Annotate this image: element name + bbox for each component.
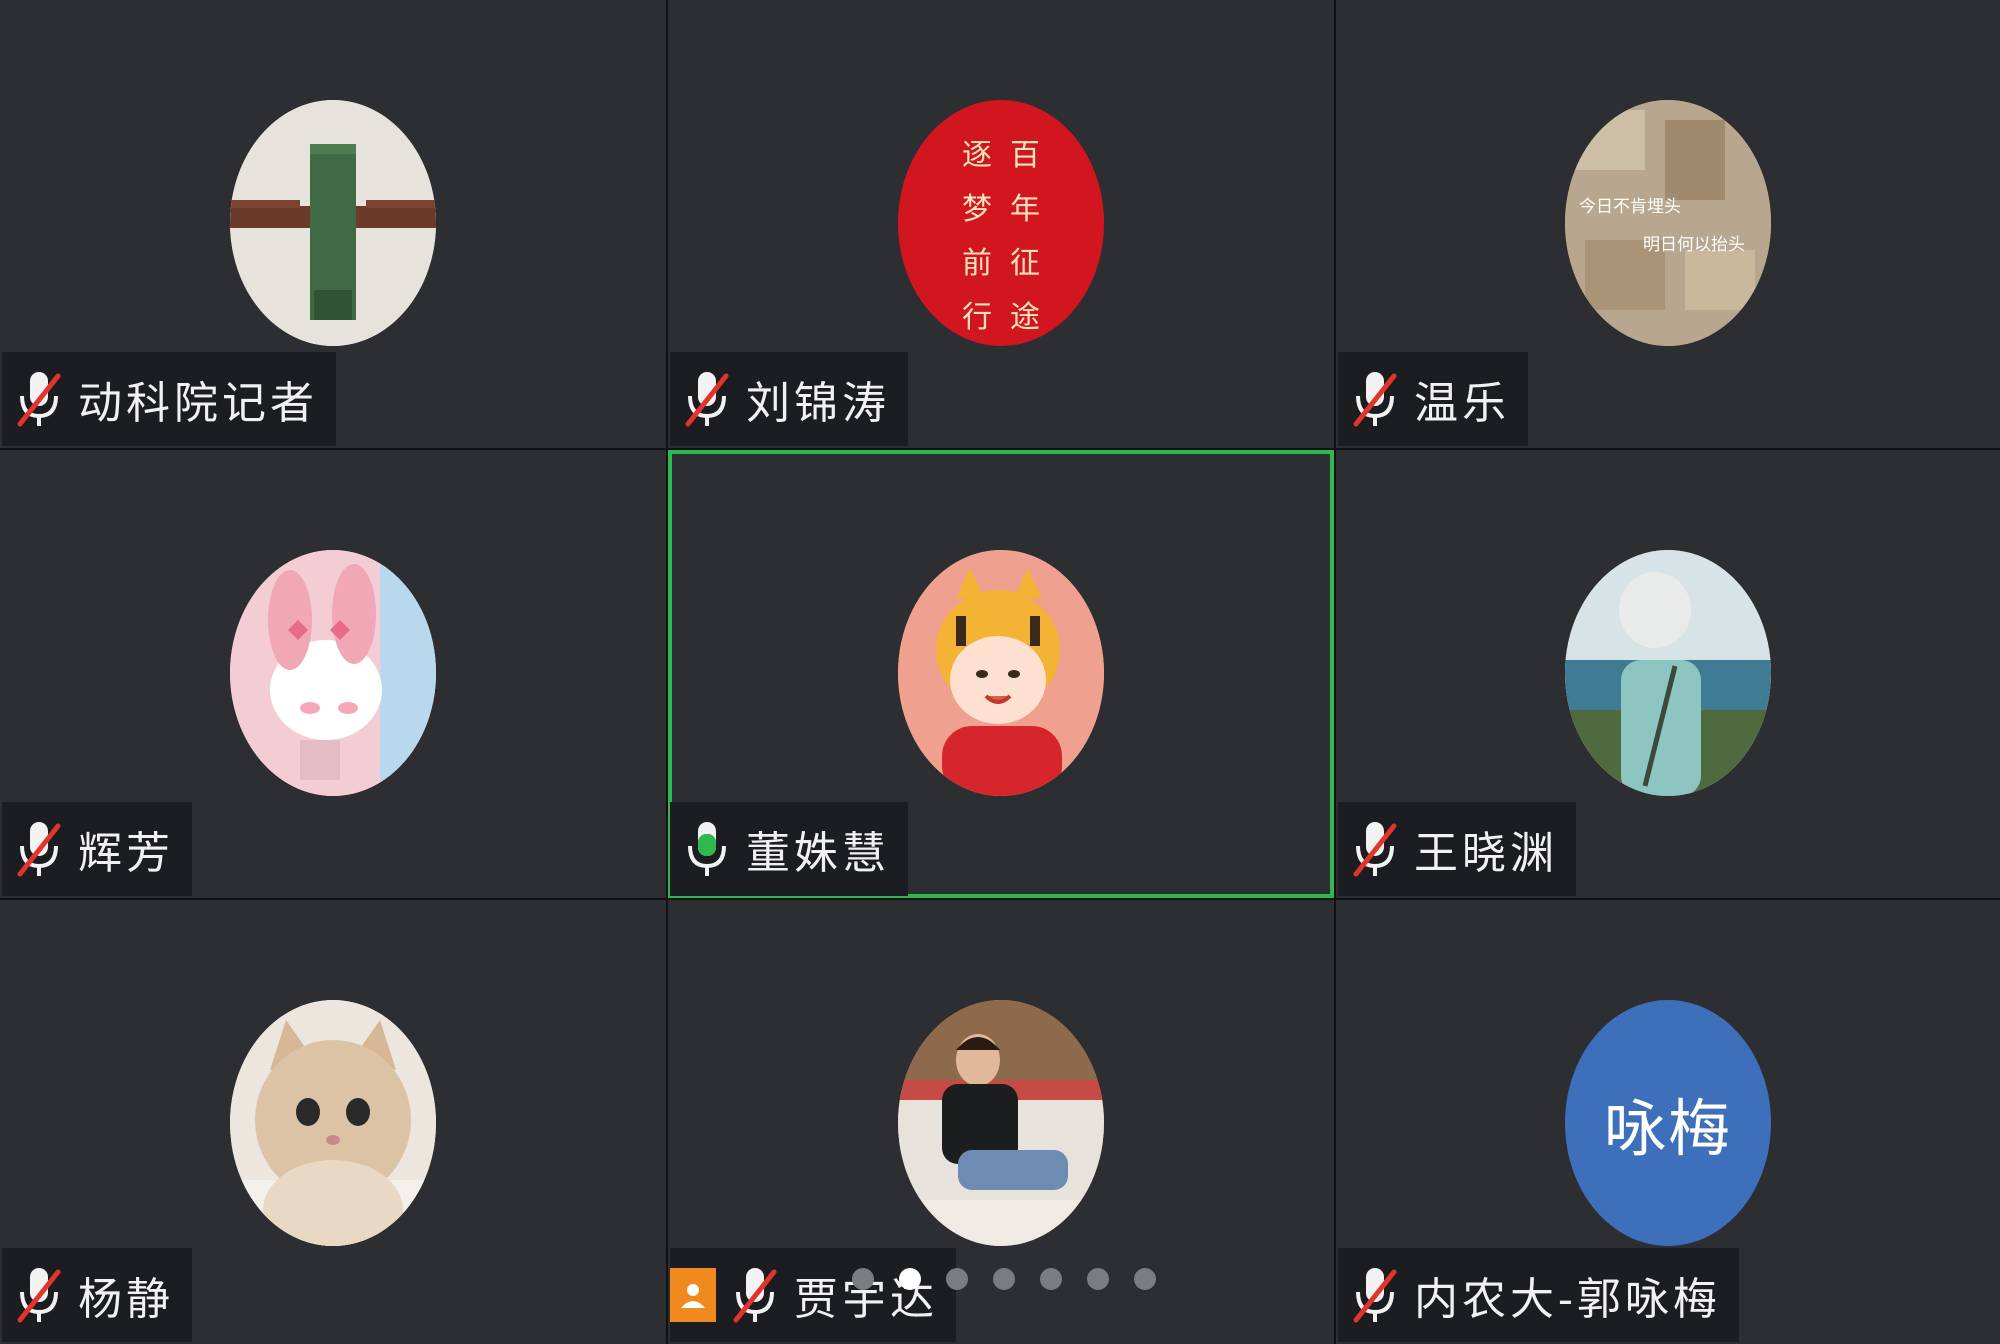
man-on-couch-image	[898, 1000, 1104, 1246]
boy-by-sea-image	[1565, 550, 1771, 796]
tiger-hat-girl-image	[898, 550, 1104, 796]
name-bar: 王晓渊	[1338, 802, 1576, 896]
page-dot[interactable]	[1087, 1268, 1109, 1290]
name-bar: 杨静	[2, 1248, 192, 1342]
participant-avatar	[898, 550, 1104, 796]
participant-name: 杨静	[78, 1274, 174, 1325]
participant-tile[interactable]: 王晓渊	[1336, 450, 2000, 898]
participant-name: 内农大-郭咏梅	[1414, 1274, 1721, 1325]
mic-muted-icon[interactable]	[16, 1264, 62, 1326]
participant-avatar	[230, 100, 436, 346]
participant-tile[interactable]: 今日不肯埋头 明日何以抬头 温乐	[1336, 0, 2000, 448]
participant-name: 董姝慧	[746, 828, 890, 879]
name-bar: 动科院记者	[2, 352, 336, 446]
slogan-char: 百	[1010, 138, 1040, 173]
participant-name: 动科院记者	[78, 378, 318, 429]
name-bar: 贾宇达	[670, 1248, 956, 1342]
page-indicator[interactable]	[852, 1268, 1156, 1290]
mic-muted-icon[interactable]	[1352, 818, 1398, 880]
slogan-char: 征	[1010, 246, 1040, 281]
participant-name: 王晓渊	[1414, 828, 1558, 879]
participant-tile[interactable]: 杨静	[0, 900, 666, 1344]
mic-muted-icon[interactable]	[732, 1264, 778, 1326]
mic-muted-icon[interactable]	[16, 368, 62, 430]
participant-tile[interactable]: 咏梅 内农大-郭咏梅	[1336, 900, 2000, 1344]
participant-avatar	[230, 550, 436, 796]
name-bar: 刘锦涛	[670, 352, 908, 446]
mic-muted-icon[interactable]	[684, 368, 730, 430]
host-badge	[670, 1268, 716, 1322]
slogan-char: 行	[962, 300, 992, 335]
participant-tile-active-speaker[interactable]: 董姝慧	[668, 450, 1334, 898]
page-dot[interactable]	[946, 1268, 968, 1290]
participant-name: 刘锦涛	[746, 378, 890, 429]
mic-active-icon[interactable]	[684, 818, 730, 880]
slogan-char: 梦	[962, 192, 992, 227]
collage-caption-line1: 今日不肯埋头	[1579, 197, 1681, 217]
slogan-char: 途	[1010, 300, 1040, 335]
name-bar: 辉芳	[2, 802, 192, 896]
participant-name: 辉芳	[78, 828, 174, 879]
participant-avatar: 咏梅	[1565, 1000, 1771, 1246]
slogan-column-right: 百 年 征 途	[1010, 130, 1040, 346]
participant-avatar	[230, 1000, 436, 1246]
participant-tile[interactable]: 动科院记者	[0, 0, 666, 448]
page-dot[interactable]	[1134, 1268, 1156, 1290]
name-bar: 董姝慧	[670, 802, 908, 896]
slogan-text: 逐 梦 前 行 百 年 征 途	[898, 100, 1104, 346]
mic-muted-icon[interactable]	[1352, 368, 1398, 430]
participant-tile[interactable]: 逐 梦 前 行 百 年 征 途 刘锦涛	[668, 0, 1334, 448]
participant-tile[interactable]: 辉芳	[0, 450, 666, 898]
page-dot[interactable]	[852, 1268, 874, 1290]
page-dot[interactable]	[993, 1268, 1015, 1290]
page-dot[interactable]	[1040, 1268, 1062, 1290]
participant-avatar	[898, 1000, 1104, 1246]
participant-avatar: 今日不肯埋头 明日何以抬头	[1565, 100, 1771, 346]
participant-name: 温乐	[1414, 378, 1510, 429]
video-grid: 动科院记者 逐 梦 前 行 百 年 征 途 刘锦涛 今日不肯埋头 明日何以抬头 …	[0, 0, 2000, 1344]
person-icon	[681, 1284, 705, 1308]
mic-muted-icon[interactable]	[1352, 1264, 1398, 1326]
slogan-char: 前	[962, 246, 992, 281]
participant-avatar	[1565, 550, 1771, 796]
participant-avatar: 逐 梦 前 行 百 年 征 途	[898, 100, 1104, 346]
page-dot-current[interactable]	[899, 1268, 921, 1290]
mic-muted-icon[interactable]	[16, 818, 62, 880]
slogan-char: 年	[1010, 192, 1040, 227]
name-bar: 温乐	[1338, 352, 1528, 446]
slogan-column-left: 逐 梦 前 行	[962, 130, 992, 346]
avatar-initials: 咏梅	[1603, 1092, 1732, 1165]
collage-caption-line2: 明日何以抬头	[1643, 235, 1745, 255]
lego-cross-image	[230, 100, 436, 346]
slogan-char: 逐	[962, 138, 992, 173]
pink-bunny-image	[230, 550, 436, 796]
cat-image	[230, 1000, 436, 1246]
collage-image	[1565, 100, 1771, 346]
name-bar: 内农大-郭咏梅	[1338, 1248, 1739, 1342]
